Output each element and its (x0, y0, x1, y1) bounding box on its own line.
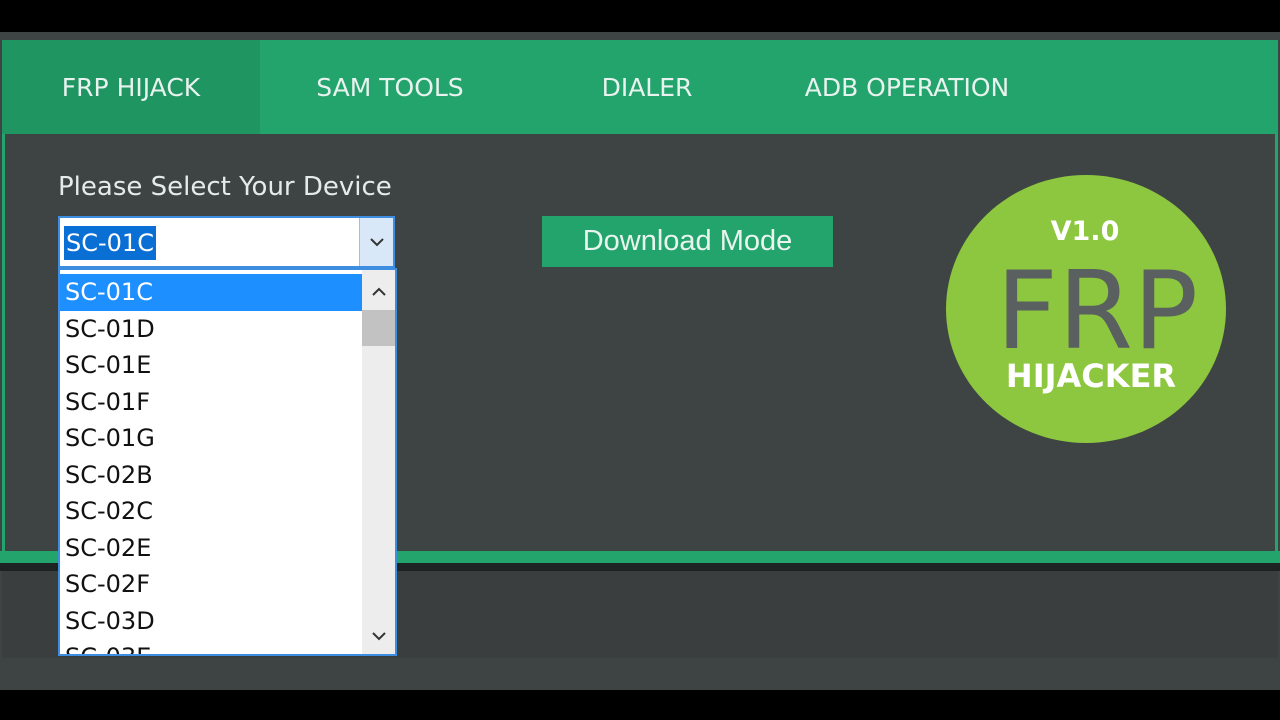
scrollbar-thumb[interactable] (362, 310, 395, 346)
dropdown-option[interactable]: SC-01G (60, 420, 362, 457)
frp-hijacker-logo: V1.0 FRP HIJACKER (945, 174, 1227, 444)
device-select-label: Please Select Your Device (58, 172, 392, 202)
tab-frp-hijack[interactable]: FRP HIJACK (2, 40, 260, 134)
device-dropdown-list[interactable]: SC-01C SC-01D SC-01E SC-01F SC-01G SC-02… (58, 268, 397, 656)
device-combobox[interactable]: SC-01C (58, 216, 395, 268)
tab-dialer[interactable]: DIALER (562, 40, 732, 134)
logo-badge-icon: V1.0 FRP HIJACKER (946, 175, 1226, 443)
dropdown-option[interactable]: SC-02B (60, 457, 362, 494)
tab-adb-operation[interactable]: ADB OPERATION (772, 40, 1042, 134)
dropdown-option[interactable]: SC-02F (60, 566, 362, 603)
logo-title: FRP (996, 249, 1198, 374)
logo-subtitle: HIJACKER (1006, 357, 1176, 395)
chevron-up-icon[interactable] (362, 274, 395, 310)
dropdown-option[interactable]: SC-01E (60, 347, 362, 384)
dropdown-option[interactable]: SC-01C (60, 274, 362, 311)
chevron-down-icon[interactable] (362, 618, 395, 654)
dropdown-option[interactable]: SC-01D (60, 311, 362, 348)
download-mode-button[interactable]: Download Mode (542, 216, 833, 267)
dropdown-options: SC-01C SC-01D SC-01E SC-01F SC-01G SC-02… (60, 274, 362, 654)
combobox-selected-value: SC-01C (64, 226, 156, 260)
dropdown-option[interactable]: SC-02E (60, 530, 362, 567)
dropdown-option[interactable]: SC-03E (60, 639, 362, 654)
tab-sam-tools[interactable]: SAM TOOLS (260, 40, 520, 134)
dropdown-scrollbar[interactable] (362, 270, 395, 654)
logo-version: V1.0 (1051, 216, 1120, 247)
tab-bar: FRP HIJACK SAM TOOLS DIALER ADB OPERATIO… (2, 40, 1278, 134)
dropdown-option[interactable]: SC-02C (60, 493, 362, 530)
dropdown-option[interactable]: SC-01F (60, 384, 362, 421)
dropdown-option[interactable]: SC-03D (60, 603, 362, 640)
chevron-down-icon[interactable] (359, 218, 393, 266)
